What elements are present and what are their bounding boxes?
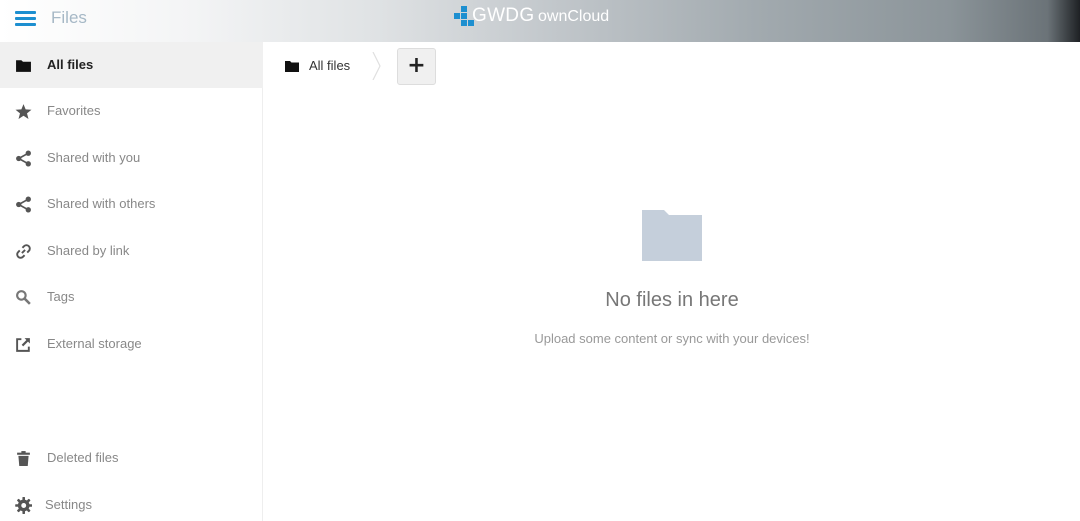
logo-brand-text: GWDG — [472, 5, 535, 26]
sidebar-item-deleted-files[interactable]: Deleted files — [0, 435, 263, 481]
sidebar-item-label: Favorites — [47, 103, 101, 118]
app-header: Files GWDG ownCloud — [0, 0, 1080, 42]
sidebar-item-label: External storage — [47, 336, 142, 351]
sidebar-item-label: Tags — [47, 289, 75, 304]
sidebar-navigation: All files Favorites Shared with you Shar… — [0, 42, 263, 521]
folder-icon — [16, 60, 31, 72]
sidebar-item-label: Shared with others — [47, 196, 156, 211]
sidebar-item-shared-by-link[interactable]: Shared by link — [0, 228, 263, 274]
share-icon — [16, 196, 31, 213]
sidebar-item-shared-with-others[interactable]: Shared with others — [0, 181, 263, 227]
sidebar-item-favorites[interactable]: Favorites — [0, 88, 263, 134]
empty-state-title: No files in here — [605, 289, 739, 311]
breadcrumb-label: All files — [309, 58, 351, 73]
sidebar-item-settings[interactable]: Settings — [0, 482, 263, 521]
sidebar-item-label: Shared with you — [47, 150, 141, 165]
hamburger-menu-icon[interactable] — [15, 10, 36, 28]
sidebar-item-shared-with-you[interactable]: Shared with you — [0, 135, 263, 181]
empty-state-hint: Upload some content or sync with your de… — [534, 331, 810, 346]
search-icon — [16, 290, 31, 305]
sidebar-item-label: Settings — [45, 497, 92, 512]
gear-icon — [15, 497, 32, 514]
files-controls-bar: All files + — [264, 42, 1080, 90]
folder-icon — [285, 61, 299, 72]
sidebar-item-tags[interactable]: Tags — [0, 274, 263, 320]
sidebar-item-all-files[interactable]: All files — [0, 42, 263, 88]
trash-icon — [17, 451, 30, 466]
logo-product-text: ownCloud — [538, 8, 610, 25]
external-link-icon — [16, 338, 30, 352]
breadcrumb-separator-icon — [372, 52, 381, 80]
empty-folder-icon — [642, 210, 702, 261]
gwdg-logo-icon — [454, 6, 474, 26]
sidebar-item-label: All files — [47, 57, 94, 72]
sidebar-item-external-storage[interactable]: External storage — [0, 321, 263, 367]
sidebar-item-label: Deleted files — [47, 450, 119, 465]
share-icon — [16, 150, 31, 167]
star-icon — [15, 104, 32, 119]
new-file-button[interactable]: + — [397, 48, 436, 85]
sidebar-item-label: Shared by link — [47, 243, 130, 258]
app-title[interactable]: Files — [51, 8, 87, 28]
link-icon — [16, 244, 31, 259]
plus-icon: + — [407, 53, 426, 78]
